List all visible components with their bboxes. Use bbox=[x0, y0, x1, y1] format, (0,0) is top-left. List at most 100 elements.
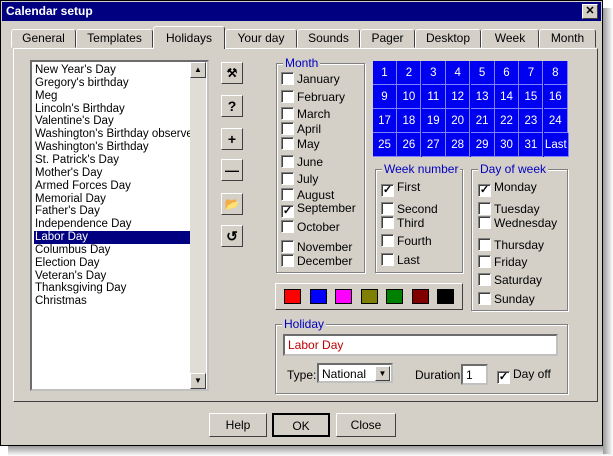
day-cell-29[interactable]: 29 bbox=[470, 133, 495, 157]
week-second-box[interactable] bbox=[381, 202, 394, 215]
day-cell-11[interactable]: 11 bbox=[421, 85, 446, 109]
weekday-sunday[interactable]: Sunday bbox=[478, 292, 535, 306]
list-item[interactable]: New Year's Day bbox=[34, 64, 192, 77]
holiday-name-field[interactable]: Labor Day bbox=[283, 334, 558, 356]
day-cell-13[interactable]: 13 bbox=[470, 85, 495, 109]
scroll-down-icon[interactable]: ▼ bbox=[190, 373, 206, 389]
month-october-box[interactable] bbox=[281, 220, 294, 233]
day-cell-19[interactable]: 19 bbox=[421, 109, 446, 133]
list-item[interactable]: Father's Day bbox=[34, 205, 192, 218]
day-cell-22[interactable]: 22 bbox=[495, 109, 519, 133]
day-cell-8[interactable]: 8 bbox=[543, 61, 568, 85]
open-folder-icon[interactable]: 📂 bbox=[221, 193, 243, 215]
month-march-box[interactable] bbox=[281, 107, 294, 120]
day-cell-17[interactable]: 17 bbox=[373, 109, 397, 133]
month-january-box[interactable] bbox=[281, 72, 294, 85]
remove-icon[interactable]: — bbox=[221, 159, 243, 181]
month-july-box[interactable] bbox=[281, 172, 294, 185]
month-july[interactable]: July bbox=[281, 172, 318, 186]
color-swatch[interactable] bbox=[309, 289, 327, 304]
month-february[interactable]: February bbox=[281, 90, 345, 104]
list-item[interactable]: Independence Day bbox=[34, 218, 192, 231]
day-cell-14[interactable]: 14 bbox=[495, 85, 519, 109]
day-cell-2[interactable]: 2 bbox=[397, 61, 422, 85]
tab-general[interactable]: General bbox=[11, 29, 76, 48]
weekday-wednesday-box[interactable] bbox=[478, 216, 491, 229]
weekday-friday-box[interactable] bbox=[478, 255, 491, 268]
color-swatch[interactable] bbox=[386, 289, 403, 304]
month-february-box[interactable] bbox=[281, 90, 294, 103]
weekday-monday-box[interactable]: ✓ bbox=[478, 184, 491, 197]
month-march[interactable]: March bbox=[281, 107, 330, 121]
month-may[interactable]: May bbox=[281, 137, 320, 151]
tab-month[interactable]: Month bbox=[539, 29, 596, 48]
day-cell-24[interactable]: 24 bbox=[543, 109, 568, 133]
month-august-box[interactable] bbox=[281, 188, 294, 201]
month-september-box[interactable]: ✓ bbox=[281, 205, 294, 218]
close-icon[interactable]: ✕ bbox=[582, 4, 598, 19]
color-swatch[interactable] bbox=[411, 289, 429, 304]
holiday-list[interactable]: New Year's Day Gregory's birthday Meg Linco… bbox=[30, 60, 209, 391]
day-cell-15[interactable]: 15 bbox=[519, 85, 544, 109]
week-last[interactable]: Last bbox=[381, 253, 420, 267]
duration-field[interactable]: 1 bbox=[461, 364, 488, 385]
month-august[interactable]: August bbox=[281, 188, 334, 202]
chevron-down-icon[interactable]: ▼ bbox=[375, 366, 390, 381]
list-item[interactable]: Lincoln's Birthday bbox=[34, 103, 192, 116]
week-third-box[interactable] bbox=[381, 216, 394, 229]
list-item[interactable]: Mother's Day bbox=[34, 167, 192, 180]
help-icon[interactable]: ? bbox=[221, 95, 243, 117]
day-cell-28[interactable]: 28 bbox=[446, 133, 471, 157]
tab-week[interactable]: Week bbox=[481, 29, 539, 48]
week-first[interactable]: ✓ First bbox=[381, 181, 420, 197]
day-cell-5[interactable]: 5 bbox=[470, 61, 495, 85]
weekday-tuesday[interactable]: Tuesday bbox=[478, 202, 540, 216]
month-april-box[interactable] bbox=[281, 122, 294, 135]
month-april[interactable]: April bbox=[281, 122, 321, 136]
color-swatch[interactable] bbox=[437, 289, 454, 304]
weekday-tuesday-box[interactable] bbox=[478, 202, 491, 215]
weekday-friday[interactable]: Friday bbox=[478, 255, 527, 269]
week-first-box[interactable]: ✓ bbox=[381, 184, 394, 197]
day-cell-3[interactable]: 3 bbox=[421, 61, 446, 85]
day-cell-27[interactable]: 27 bbox=[421, 133, 446, 157]
list-item[interactable]: Valentine's Day bbox=[34, 115, 192, 128]
reset-icon[interactable]: ↺ bbox=[221, 225, 243, 247]
day-cell-last[interactable]: Last bbox=[543, 133, 569, 157]
weekday-thursday[interactable]: Thursday bbox=[478, 238, 544, 252]
color-swatch[interactable] bbox=[360, 289, 378, 304]
holiday-list-scrollbar[interactable]: ▲ ▼ bbox=[190, 62, 206, 389]
day-cell-6[interactable]: 6 bbox=[495, 61, 519, 85]
week-third[interactable]: Third bbox=[381, 216, 424, 230]
day-cell-18[interactable]: 18 bbox=[397, 109, 422, 133]
day-cell-25[interactable]: 25 bbox=[373, 133, 397, 157]
weekday-monday[interactable]: ✓ Monday bbox=[478, 181, 537, 197]
list-item[interactable]: St. Patrick's Day bbox=[34, 154, 192, 167]
list-item[interactable]: Memorial Day bbox=[34, 193, 192, 206]
day-cell-26[interactable]: 26 bbox=[397, 133, 422, 157]
month-september[interactable]: ✓ September bbox=[281, 202, 356, 218]
week-fourth[interactable]: Fourth bbox=[381, 234, 432, 248]
month-january[interactable]: January bbox=[281, 72, 340, 86]
week-fourth-box[interactable] bbox=[381, 234, 394, 247]
day-off-checkbox[interactable]: ✓ Day off bbox=[497, 368, 551, 384]
help-button[interactable]: Help bbox=[209, 413, 267, 437]
wizard-icon[interactable]: ⚒ bbox=[221, 62, 243, 84]
week-last-box[interactable] bbox=[381, 253, 394, 266]
list-item[interactable]: Christmas bbox=[34, 295, 192, 308]
month-november-box[interactable] bbox=[281, 240, 294, 253]
weekday-saturday[interactable]: Saturday bbox=[478, 273, 542, 287]
month-december-box[interactable] bbox=[281, 254, 294, 267]
list-item[interactable]: Gregory's birthday bbox=[34, 77, 192, 90]
week-second[interactable]: Second bbox=[381, 202, 438, 216]
month-june[interactable]: June bbox=[281, 155, 323, 169]
day-cell-12[interactable]: 12 bbox=[446, 85, 471, 109]
day-cell-16[interactable]: 16 bbox=[543, 85, 568, 109]
weekday-saturday-box[interactable] bbox=[478, 273, 491, 286]
weekday-wednesday[interactable]: Wednesday bbox=[478, 216, 557, 230]
list-item[interactable]: Meg bbox=[34, 90, 192, 103]
day-cell-30[interactable]: 30 bbox=[495, 133, 519, 157]
list-item[interactable]: Thanksgiving Day bbox=[34, 282, 192, 295]
tab-pager[interactable]: Pager bbox=[360, 29, 415, 48]
day-cell-10[interactable]: 10 bbox=[397, 85, 422, 109]
